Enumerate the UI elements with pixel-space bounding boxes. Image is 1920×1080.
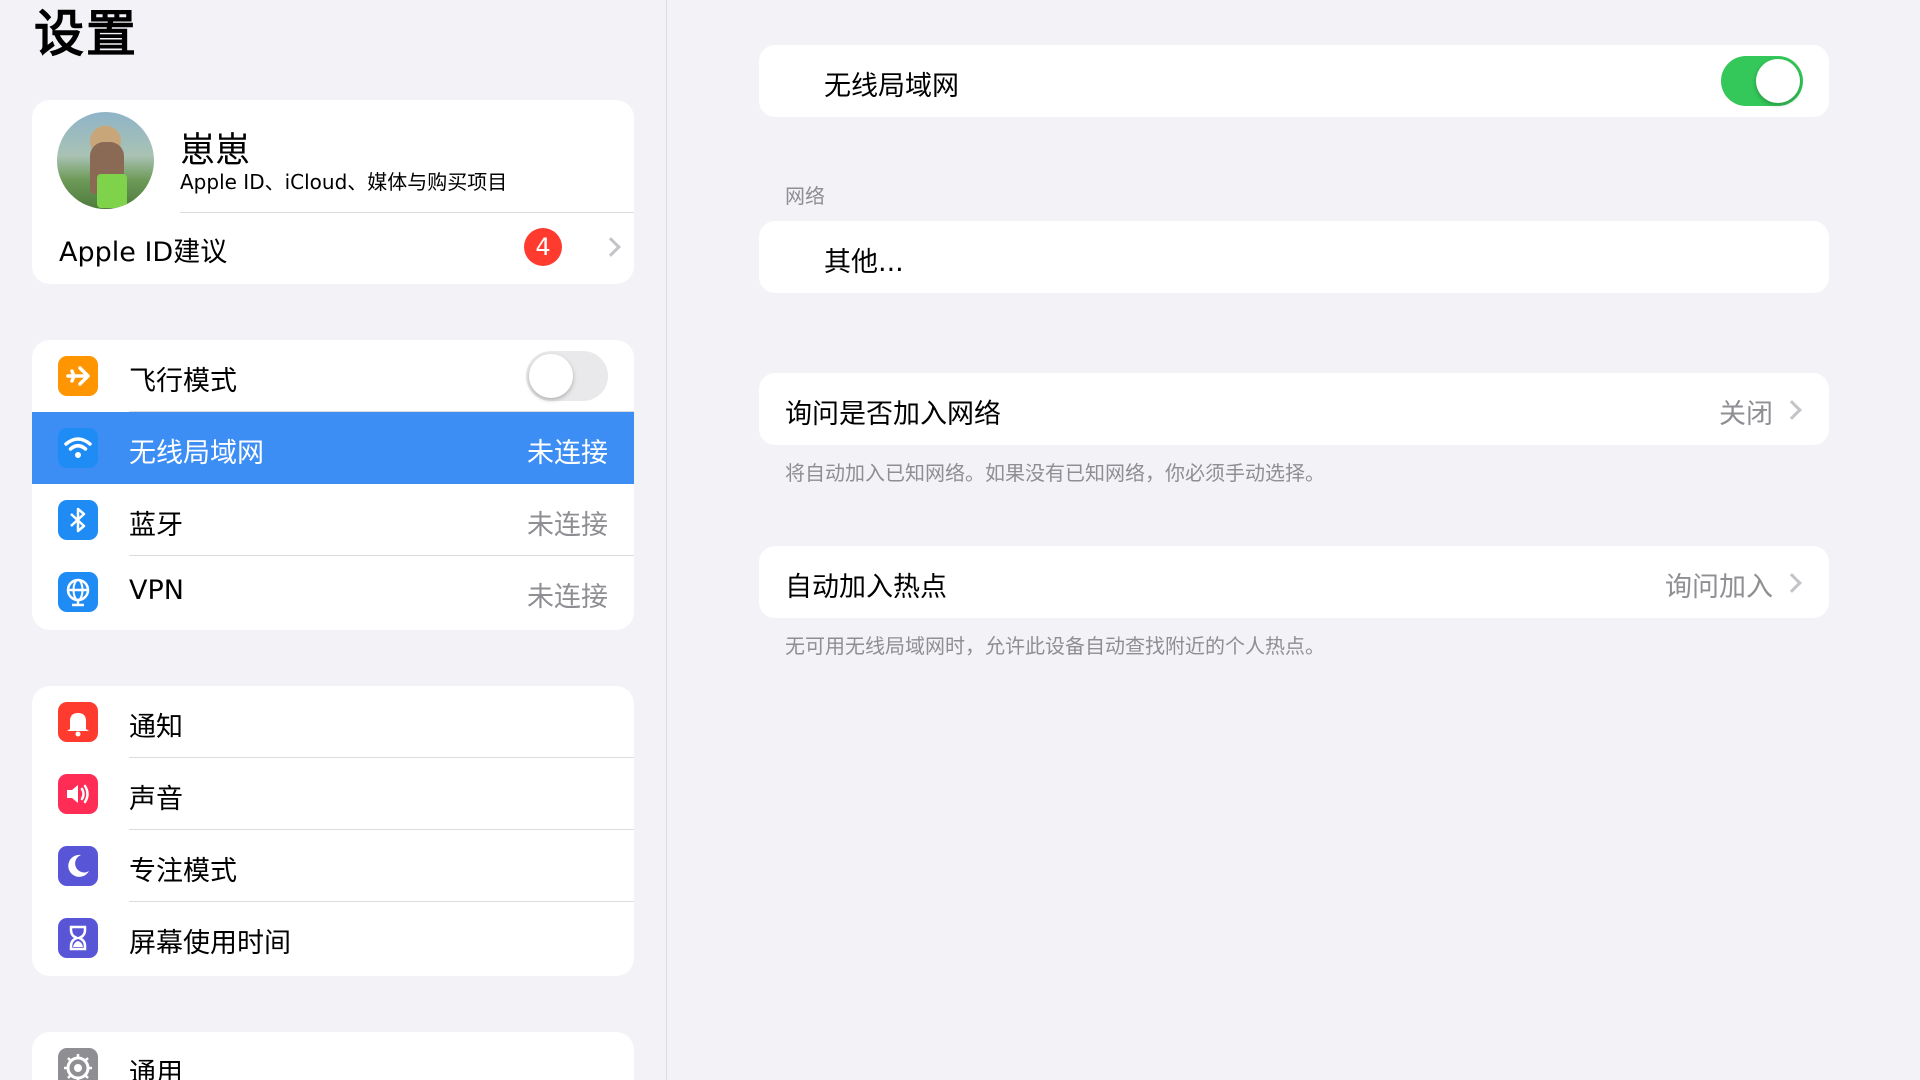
sidebar-item-label: 无线局域网 <box>129 438 264 469</box>
bell-icon <box>58 702 98 742</box>
sidebar-item-vpn[interactable]: VPN 未连接 <box>32 556 634 628</box>
sidebar-item-label: 声音 <box>129 784 183 815</box>
bluetooth-icon <box>58 500 98 540</box>
other-network-row[interactable]: 其他... <box>759 221 1829 293</box>
other-network-label: 其他... <box>824 247 904 278</box>
profile-subtitle: Apple ID、iCloud、媒体与购买项目 <box>180 170 508 194</box>
divider <box>180 212 634 213</box>
sidebar-item-screen-time[interactable]: 屏幕使用时间 <box>32 902 634 974</box>
toggle-knob <box>529 354 573 398</box>
suggestion-badge: 4 <box>524 228 562 266</box>
sidebar-item-general[interactable]: 通用 <box>32 1032 634 1080</box>
chevron-right-icon <box>1782 573 1802 593</box>
avatar-cloak <box>97 174 127 208</box>
toggle-knob <box>1756 59 1800 103</box>
avatar[interactable] <box>57 112 154 209</box>
sidebar-item-label: 飞行模式 <box>129 366 237 397</box>
airplane-icon <box>58 356 98 396</box>
hourglass-icon <box>58 918 98 958</box>
connectivity-group: 飞行模式 无线局域网 未连接 蓝牙 未连接 VPN 未连接 <box>32 340 634 630</box>
auto-join-hotspot-label: 自动加入热点 <box>785 572 947 603</box>
moon-icon <box>58 846 98 886</box>
ask-to-join-row[interactable]: 询问是否加入网络 关闭 <box>759 373 1829 445</box>
wifi-detail-pane: 无线局域网 网络 其他... 询问是否加入网络 关闭 将自动加入已知网络。如果没… <box>667 0 1920 1080</box>
sidebar-item-wifi[interactable]: 无线局域网 未连接 <box>32 412 634 484</box>
auto-join-hotspot-value: 询问加入 <box>1665 572 1773 603</box>
sidebar-item-label: 屏幕使用时间 <box>129 928 291 959</box>
ask-to-join-footnote: 将自动加入已知网络。如果没有已知网络，你必须手动选择。 <box>785 461 1325 485</box>
sidebar-item-airplane-mode[interactable]: 飞行模式 <box>32 340 634 412</box>
wifi-label: 无线局域网 <box>824 71 959 102</box>
vpn-globe-icon <box>58 572 98 612</box>
sidebar-item-value: 未连接 <box>527 438 608 469</box>
sidebar-item-label: 通知 <box>129 712 183 743</box>
auto-join-hotspot-footnote: 无可用无线局域网时，允许此设备自动查找附近的个人热点。 <box>785 634 1325 658</box>
airplane-mode-toggle[interactable] <box>526 351 608 401</box>
sidebar-item-sounds[interactable]: 声音 <box>32 758 634 830</box>
apple-id-suggestion-label[interactable]: Apple ID建议 <box>59 230 227 269</box>
speaker-icon <box>58 774 98 814</box>
networks-section-header: 网络 <box>785 184 825 208</box>
sidebar-item-value: 未连接 <box>527 510 608 541</box>
sidebar-item-focus[interactable]: 专注模式 <box>32 830 634 902</box>
sidebar-item-label: 专注模式 <box>129 856 237 887</box>
ask-to-join-value: 关闭 <box>1719 399 1773 430</box>
wifi-toggle[interactable] <box>1721 56 1803 106</box>
sidebar-item-label: 通用 <box>129 1058 183 1080</box>
profile-card[interactable]: 崽崽 Apple ID、iCloud、媒体与购买项目 Apple ID建议 4 <box>32 100 634 284</box>
auto-join-hotspot-row[interactable]: 自动加入热点 询问加入 <box>759 546 1829 618</box>
wifi-toggle-row[interactable]: 无线局域网 <box>759 45 1829 117</box>
chevron-right-icon <box>601 237 621 257</box>
ask-to-join-label: 询问是否加入网络 <box>785 399 1001 430</box>
sidebar-item-bluetooth[interactable]: 蓝牙 未连接 <box>32 484 634 556</box>
gear-icon <box>58 1048 98 1080</box>
sidebar-item-notifications[interactable]: 通知 <box>32 686 634 758</box>
settings-sidebar: 设置 崽崽 Apple ID、iCloud、媒体与购买项目 Apple ID建议… <box>0 0 667 1080</box>
sidebar-item-value: 未连接 <box>527 582 608 613</box>
notifications-group: 通知 声音 专注模式 屏幕使用时间 <box>32 686 634 976</box>
page-title: 设置 <box>34 5 138 63</box>
sidebar-item-label: VPN <box>129 575 184 606</box>
general-group: 通用 <box>32 1032 634 1080</box>
chevron-right-icon <box>1782 400 1802 420</box>
sidebar-item-label: 蓝牙 <box>129 510 183 541</box>
wifi-icon <box>58 428 98 468</box>
